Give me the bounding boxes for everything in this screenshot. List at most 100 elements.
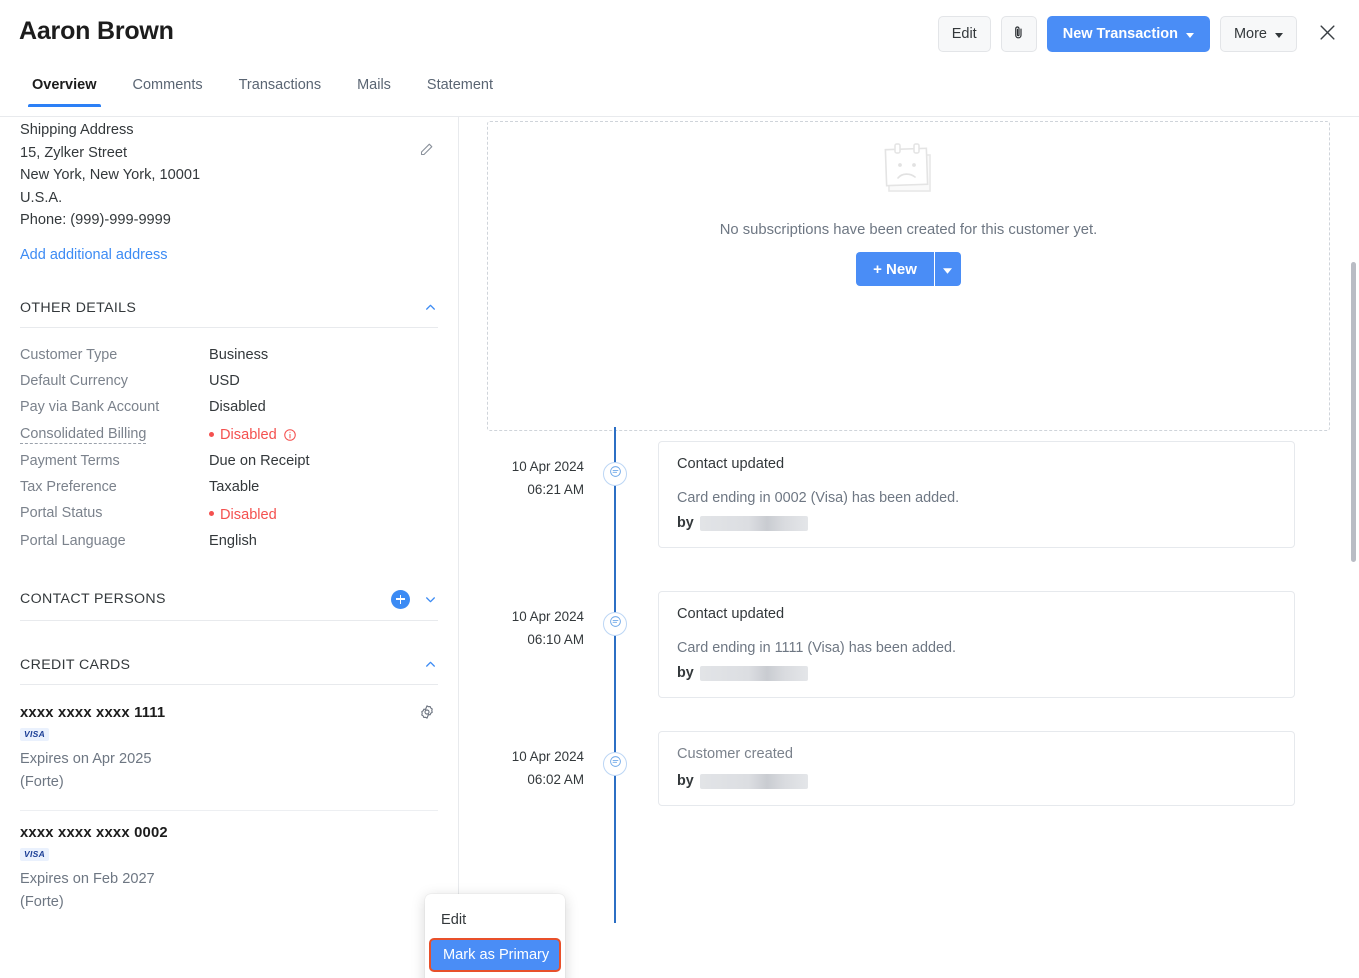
main-content: No subscriptions have been created for t… xyxy=(460,117,1359,978)
body-area: Shipping Address 15, Zylker Street New Y… xyxy=(0,117,1359,978)
timeline-node xyxy=(603,612,627,636)
add-additional-address-link[interactable]: Add additional address xyxy=(20,247,168,263)
more-button[interactable]: More xyxy=(1220,16,1297,52)
redacted-author-name xyxy=(700,774,808,789)
new-subscription-button[interactable]: + New xyxy=(856,252,934,286)
timeline-date: 10 Apr 2024 xyxy=(474,605,584,628)
new-subscription-split-button: + New xyxy=(856,252,961,286)
detail-row: Portal Language English xyxy=(20,528,438,554)
page-header: Aaron Brown Edit New Transaction More xyxy=(0,0,1359,70)
contact-persons-header[interactable]: CONTACT PERSONS xyxy=(20,580,438,621)
credit-cards-header[interactable]: CREDIT CARDS xyxy=(20,647,438,685)
timeline-card: Contact updated Card ending in 1111 (Vis… xyxy=(658,591,1295,698)
close-button[interactable] xyxy=(1311,18,1343,50)
detail-row-consolidated-billing: Consolidated Billing Disabled xyxy=(20,420,438,449)
by-label: by xyxy=(677,665,694,681)
detail-value: Disabled xyxy=(220,507,277,523)
detail-label: Payment Terms xyxy=(20,453,209,469)
detail-row: Default Currency USD xyxy=(20,368,438,394)
by-label: by xyxy=(677,515,694,531)
context-menu-item-mark-as-backup[interactable]: Mark as Backup xyxy=(425,973,565,978)
chevron-down-icon xyxy=(1186,33,1194,38)
add-contact-person-button[interactable] xyxy=(391,590,410,609)
detail-label: Default Currency xyxy=(20,373,209,389)
empty-state-message: No subscriptions have been created for t… xyxy=(720,222,1098,238)
paperclip-icon xyxy=(1011,25,1026,44)
detail-value: USD xyxy=(209,373,240,389)
detail-value: Business xyxy=(209,347,268,363)
other-details-title: OTHER DETAILS xyxy=(20,300,136,316)
tab-comments[interactable]: Comments xyxy=(115,78,221,106)
timeline-time: 06:02 AM xyxy=(474,768,584,791)
new-transaction-label: New Transaction xyxy=(1063,26,1178,42)
chevron-down-icon xyxy=(1275,33,1283,38)
timeline-card-author: by xyxy=(677,665,1276,681)
card-gateway: (Forte) xyxy=(20,771,438,794)
comment-icon xyxy=(609,615,622,633)
card-settings-button[interactable] xyxy=(416,703,438,725)
timeline-card-author: by xyxy=(677,773,1276,789)
context-menu-item-mark-as-primary[interactable]: Mark as Primary xyxy=(429,938,561,972)
context-menu-item-edit[interactable]: Edit xyxy=(425,903,565,937)
tab-transactions[interactable]: Transactions xyxy=(221,78,339,106)
timeline-time: 06:21 AM xyxy=(474,478,584,501)
comment-icon xyxy=(609,465,622,483)
status-dot-icon xyxy=(209,511,214,516)
tab-bar: Overview Comments Transactions Mails Sta… xyxy=(0,78,1359,117)
detail-label: Customer Type xyxy=(20,347,209,363)
timeline-entry-datetime: 10 Apr 2024 06:02 AM xyxy=(474,745,599,791)
chevron-up-icon[interactable] xyxy=(422,300,438,316)
header-actions: Edit New Transaction More xyxy=(938,16,1343,52)
pencil-icon xyxy=(419,142,434,160)
edit-button[interactable]: Edit xyxy=(938,16,991,52)
shipping-address-block: Shipping Address 15, Zylker Street New Y… xyxy=(20,117,438,264)
main-scrollbar-thumb[interactable] xyxy=(1351,262,1356,562)
new-transaction-button[interactable]: New Transaction xyxy=(1047,16,1210,52)
visa-brand-icon: VISA xyxy=(20,728,49,741)
detail-label-wrap: Consolidated Billing xyxy=(20,425,209,443)
customer-detail-page: Aaron Brown Edit New Transaction More xyxy=(0,0,1359,978)
detail-row: Customer Type Business xyxy=(20,342,438,368)
details-sidebar: Shipping Address 15, Zylker Street New Y… xyxy=(0,117,459,978)
close-icon xyxy=(1318,23,1337,45)
address-line-1: 15, Zylker Street xyxy=(20,142,438,165)
detail-row-portal-status: Portal Status Disabled xyxy=(20,500,438,528)
card-number: xxxx xxxx xxxx 0002 xyxy=(20,825,438,841)
chevron-down-icon[interactable] xyxy=(422,591,438,607)
credit-cards-controls xyxy=(422,657,438,673)
visa-brand-icon: VISA xyxy=(20,848,49,861)
attachment-button[interactable] xyxy=(1001,16,1037,52)
timeline-date: 10 Apr 2024 xyxy=(474,455,584,478)
gear-icon xyxy=(419,704,435,723)
info-icon[interactable] xyxy=(283,428,297,442)
timeline-date: 10 Apr 2024 xyxy=(474,745,584,768)
card-number: xxxx xxxx xxxx 1111 xyxy=(20,705,438,721)
timeline-entry: 10 Apr 2024 06:21 AM Cont xyxy=(460,427,1359,577)
detail-label: Portal Status xyxy=(20,505,209,521)
other-details-controls xyxy=(422,300,438,316)
timeline-entry: 10 Apr 2024 06:02 AM Cust xyxy=(460,717,1359,837)
detail-label-tooltip[interactable]: Consolidated Billing xyxy=(20,426,146,444)
tab-mails[interactable]: Mails xyxy=(339,78,409,106)
credit-cards-title: CREDIT CARDS xyxy=(20,657,130,673)
timeline-entry-datetime: 10 Apr 2024 06:21 AM xyxy=(474,455,599,501)
detail-label: Portal Language xyxy=(20,533,209,549)
other-details-header[interactable]: OTHER DETAILS xyxy=(20,290,438,328)
edit-address-button[interactable] xyxy=(414,139,438,163)
status-dot-icon xyxy=(209,432,214,437)
subscriptions-empty-state: No subscriptions have been created for t… xyxy=(487,121,1330,431)
tab-statement[interactable]: Statement xyxy=(409,78,511,106)
contact-persons-title: CONTACT PERSONS xyxy=(20,591,166,607)
other-details-list: Customer Type Business Default Currency … xyxy=(20,328,438,554)
new-subscription-dropdown-button[interactable] xyxy=(935,252,961,286)
redacted-author-name xyxy=(700,666,808,681)
chevron-up-icon[interactable] xyxy=(422,657,438,673)
timeline-card: Customer created by xyxy=(658,731,1295,806)
card-gateway: (Forte) xyxy=(20,891,438,914)
timeline-card-description: Card ending in 0002 (Visa) has been adde… xyxy=(677,490,1276,506)
page-title: Aaron Brown xyxy=(19,17,174,46)
card-expiry: Expires on Apr 2025 xyxy=(20,748,438,771)
timeline-node xyxy=(603,462,627,486)
tab-overview[interactable]: Overview xyxy=(14,78,115,106)
timeline-card: Contact updated Card ending in 0002 (Vis… xyxy=(658,441,1295,548)
